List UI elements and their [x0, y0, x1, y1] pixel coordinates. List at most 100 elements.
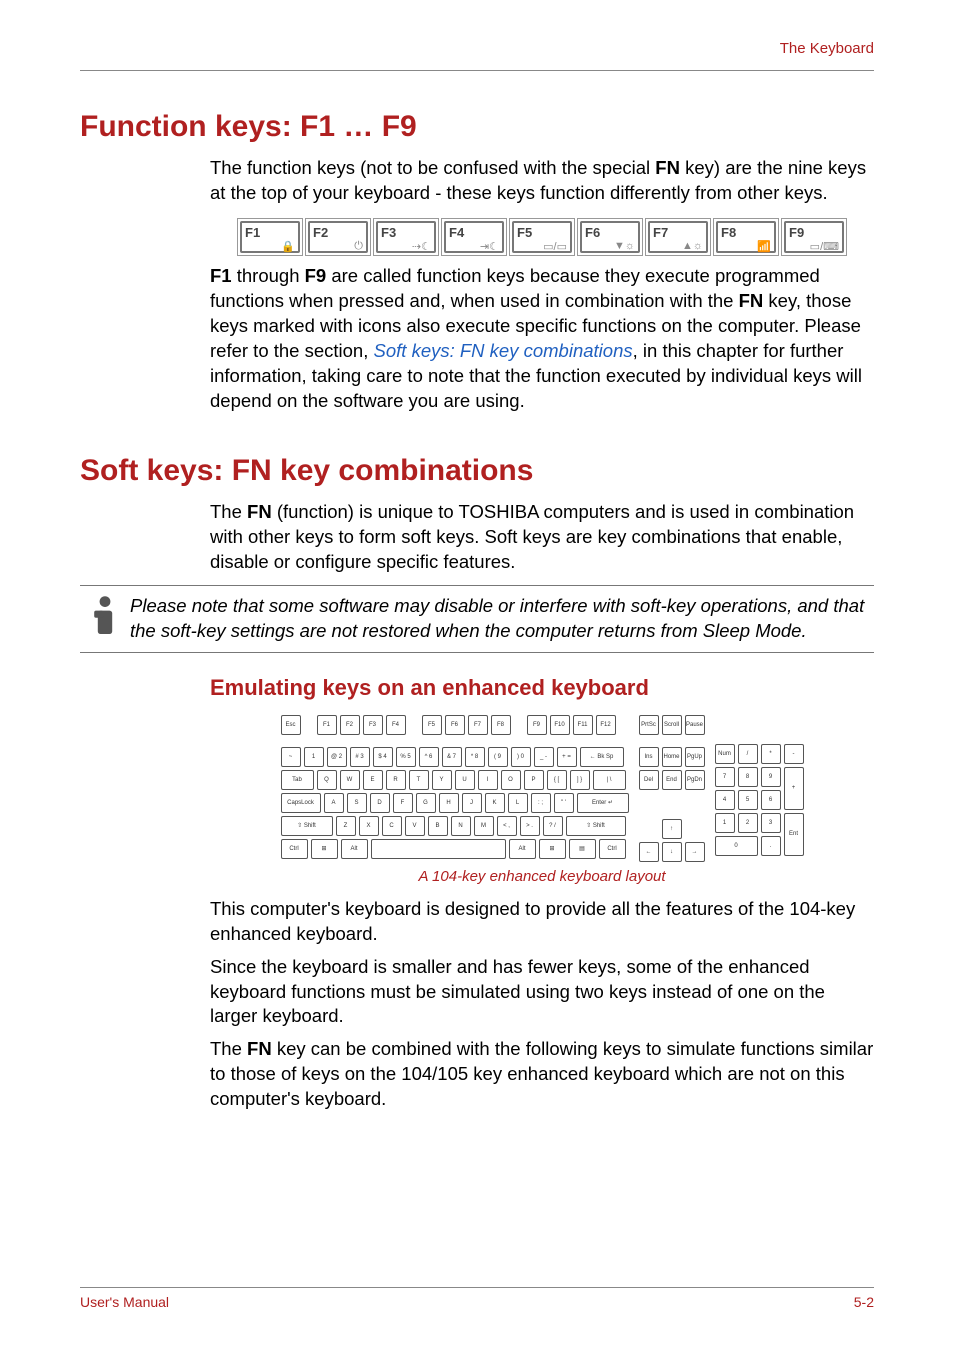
key: $ 4 [373, 747, 393, 767]
key: : ; [531, 793, 551, 813]
key-f3: F3⇢☾ [376, 221, 436, 253]
key-up: ↑ [662, 819, 682, 839]
heading-soft-keys: Soft keys: FN key combinations [80, 454, 874, 488]
key-enter: Enter ↵ [577, 793, 629, 813]
text-f9: F9 [305, 265, 327, 286]
key: F8 [491, 715, 511, 735]
key: " ' [554, 793, 574, 813]
key: 1 [304, 747, 324, 767]
key: P [524, 770, 544, 790]
key: W [340, 770, 360, 790]
key: E [363, 770, 383, 790]
kb-nav: PrtSc Scroll Pause Ins Home PgUp Del End… [639, 715, 705, 862]
key-win: ⊞ [539, 839, 566, 859]
key: T [409, 770, 429, 790]
key-shift: ⇧ Shift [566, 816, 626, 836]
s3-para2: Since the keyboard is smaller and has fe… [210, 955, 874, 1030]
key-shift: ⇧ Shift [281, 816, 333, 836]
key: L [508, 793, 528, 813]
link-soft-keys[interactable]: Soft keys: FN key combinations [374, 340, 633, 361]
key: K [485, 793, 505, 813]
key: Ent [784, 813, 804, 856]
keyboard-104-figure: Esc F1 F2 F3 F4 F5 F6 F7 F8 F9 F10 [210, 715, 874, 862]
key: X [359, 816, 379, 836]
key: F [393, 793, 413, 813]
key-menu: ▤ [569, 839, 596, 859]
key-f7: F7▲☼ [648, 221, 708, 253]
key-f6: F6▼☼ [580, 221, 640, 253]
s1-para1: The function keys (not to be confused wi… [210, 156, 874, 206]
text-f1: F1 [210, 265, 232, 286]
text-fn: FN [739, 290, 764, 311]
key: _ - [534, 747, 554, 767]
key: < , [497, 816, 517, 836]
key: PrtSc [639, 715, 659, 735]
key: Q [317, 770, 337, 790]
header-section: The Keyboard [780, 40, 874, 57]
text: The [210, 501, 247, 522]
key: U [455, 770, 475, 790]
key: 5 [738, 790, 758, 810]
s3-para3: The FN key can be combined with the foll… [210, 1037, 874, 1112]
key: F4 [386, 715, 406, 735]
key-f8: F8📶 [716, 221, 776, 253]
key: + [784, 767, 804, 810]
key: B [428, 816, 448, 836]
text: through [232, 265, 305, 286]
key: Home [662, 747, 682, 767]
key-left: ← [639, 842, 659, 862]
key: F2 [340, 715, 360, 735]
figure-caption: A 104-key enhanced keyboard layout [210, 868, 874, 885]
key: F6 [445, 715, 465, 735]
key: Ins [639, 747, 659, 767]
key-ctrl: Ctrl [281, 839, 308, 859]
key: ? / [543, 816, 563, 836]
key: J [462, 793, 482, 813]
heading-emulating: Emulating keys on an enhanced keyboard [210, 675, 874, 701]
note-box: Please note that some software may disab… [80, 585, 874, 653]
text: The function keys (not to be confused wi… [210, 157, 655, 178]
key: * 8 [465, 747, 485, 767]
kb-numpad: Num / * - 7 8 9 4 [715, 715, 804, 862]
key: 7 [715, 767, 735, 787]
note-text: Please note that some software may disab… [130, 594, 874, 644]
footer-left: User's Manual [80, 1294, 169, 1310]
key: Del [639, 770, 659, 790]
header-rule [80, 70, 874, 71]
key: | \ [593, 770, 626, 790]
heading-function-keys: Function keys: F1 … F9 [80, 110, 874, 144]
key: G [416, 793, 436, 813]
key: PgUp [685, 747, 705, 767]
key: D [370, 793, 390, 813]
key: R [386, 770, 406, 790]
key-f4: F4⇥☾ [444, 221, 504, 253]
key: F12 [596, 715, 616, 735]
key: 3 [761, 813, 781, 833]
key: F11 [573, 715, 593, 735]
key: ^ 6 [419, 747, 439, 767]
kb-main: Esc F1 F2 F3 F4 F5 F6 F7 F8 F9 F10 [281, 715, 629, 862]
key: I [478, 770, 498, 790]
key: Num [715, 744, 735, 764]
key: 0 [715, 836, 758, 856]
key: 2 [738, 813, 758, 833]
key: / [738, 744, 758, 764]
key: @ 2 [327, 747, 347, 767]
key-f9: F9▭/⌨ [784, 221, 844, 253]
text-fn: FN [247, 1038, 272, 1059]
key: C [382, 816, 402, 836]
s3-para1: This computer's keyboard is designed to … [210, 897, 874, 947]
key: M [474, 816, 494, 836]
text: The [210, 1038, 247, 1059]
key: > . [520, 816, 540, 836]
key-ctrl: Ctrl [599, 839, 626, 859]
key: PgDn [685, 770, 705, 790]
key: 4 [715, 790, 735, 810]
key: O [501, 770, 521, 790]
key-f5: F5▭/▭ [512, 221, 572, 253]
text-fn: FN [655, 157, 680, 178]
key-win: ⊞ [311, 839, 338, 859]
key: 9 [761, 767, 781, 787]
key: ] } [570, 770, 590, 790]
key: N [451, 816, 471, 836]
